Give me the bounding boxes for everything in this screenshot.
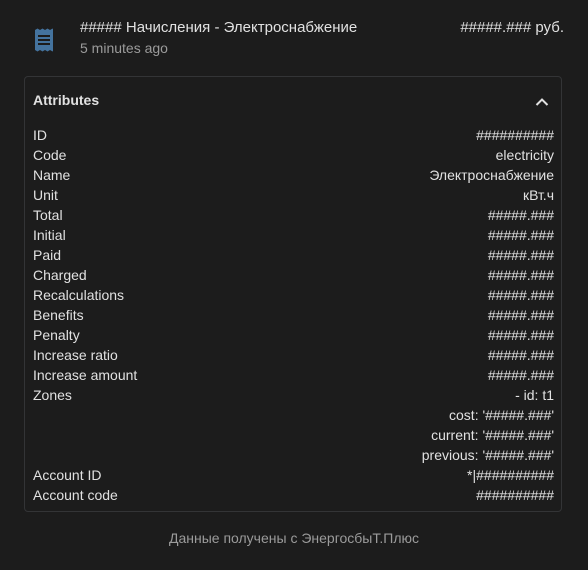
attribute-row: Zones - id: t1 xyxy=(33,385,554,405)
attribute-row: cost: '#####.###' xyxy=(33,405,554,425)
attribute-row: Penalty #####.### xyxy=(33,325,554,345)
attribute-value: #####.### xyxy=(487,367,554,383)
attribute-row: current: '#####.###' xyxy=(33,425,554,445)
attribute-value: кВт.ч xyxy=(522,187,554,203)
attribute-value: #####.### xyxy=(487,327,554,343)
attribute-row: Increase amount #####.### xyxy=(33,365,554,385)
attribute-row: previous: '#####.###' xyxy=(33,445,554,465)
attribute-value: ########## xyxy=(476,487,554,503)
attribute-value: previous: '#####.###' xyxy=(421,447,554,463)
attribute-key: Increase ratio xyxy=(33,347,118,363)
attribute-value: #####.### xyxy=(487,207,554,223)
attribute-row: Total #####.### xyxy=(33,205,554,225)
attributes-panel: Attributes ID ########## Code electricity Na… xyxy=(24,76,562,512)
attribute-value: Электроснабжение xyxy=(429,167,554,183)
attribute-key: Total xyxy=(33,207,63,223)
attribute-key: ID xyxy=(33,127,47,143)
attribute-value: #####.### xyxy=(487,347,554,363)
attributes-title: Attributes xyxy=(33,92,100,108)
attribute-value: #####.### xyxy=(487,307,554,323)
attribute-row: Code electricity xyxy=(33,145,554,165)
attribute-row: Recalculations #####.### xyxy=(33,285,554,305)
attribute-row: Account code ########## xyxy=(33,485,554,505)
receipt-icon xyxy=(33,28,55,52)
attribute-list: ID ########## Code electricity Name Электросн… xyxy=(33,125,554,505)
attribute-key: Account ID xyxy=(33,467,102,483)
attribute-key: Benefits xyxy=(33,307,84,323)
attribute-value: - id: t1 xyxy=(515,387,554,403)
collapse-button[interactable] xyxy=(531,91,553,113)
entity-name: ##### Начисления - Электроснабжение xyxy=(80,19,358,36)
attribute-key: Zones xyxy=(33,387,72,403)
attribute-value: #####.### xyxy=(487,287,554,303)
attribute-key: Increase amount xyxy=(33,367,138,383)
attribute-row: Benefits #####.### xyxy=(33,305,554,325)
attribute-value: #####.### xyxy=(487,227,554,243)
chevron-up-icon xyxy=(535,98,549,106)
attribute-value: #####.### xyxy=(487,267,554,283)
entity-header: ##### Начисления - Электроснабжение 5 mi… xyxy=(0,0,588,70)
attribute-value: current: '#####.###' xyxy=(431,427,554,443)
attribute-row: ID ########## xyxy=(33,125,554,145)
entity-state: #####.### руб. xyxy=(460,19,564,36)
attribute-value: electricity xyxy=(495,147,554,163)
last-updated: 5 minutes ago xyxy=(80,40,168,56)
attribute-value: *|########## xyxy=(467,467,554,483)
attribute-row: Paid #####.### xyxy=(33,245,554,265)
attribute-key: Charged xyxy=(33,267,87,283)
attribute-key: Name xyxy=(33,167,71,183)
attribute-key: Code xyxy=(33,147,67,163)
attribute-key: Recalculations xyxy=(33,287,125,303)
attribution-text: Данные получены с ЭнергосбыТ.Плюс xyxy=(168,530,419,546)
attribute-row: Unit кВт.ч xyxy=(33,185,554,205)
attribute-row: Initial #####.### xyxy=(33,225,554,245)
attribute-key: Paid xyxy=(33,247,62,263)
attribute-row: Increase ratio #####.### xyxy=(33,345,554,365)
attribute-key: Initial xyxy=(33,227,66,243)
attribute-key: Penalty xyxy=(33,327,80,343)
attribute-value: ########## xyxy=(476,127,554,143)
attribute-row: Name Электроснабжение xyxy=(33,165,554,185)
attribute-key: Unit xyxy=(33,187,58,203)
attribute-row: Charged #####.### xyxy=(33,265,554,285)
attribute-value: cost: '#####.###' xyxy=(449,407,554,423)
attribute-value: #####.### xyxy=(487,247,554,263)
attribute-row: Account ID *|########## xyxy=(33,465,554,485)
attribute-key: Account code xyxy=(33,487,118,503)
